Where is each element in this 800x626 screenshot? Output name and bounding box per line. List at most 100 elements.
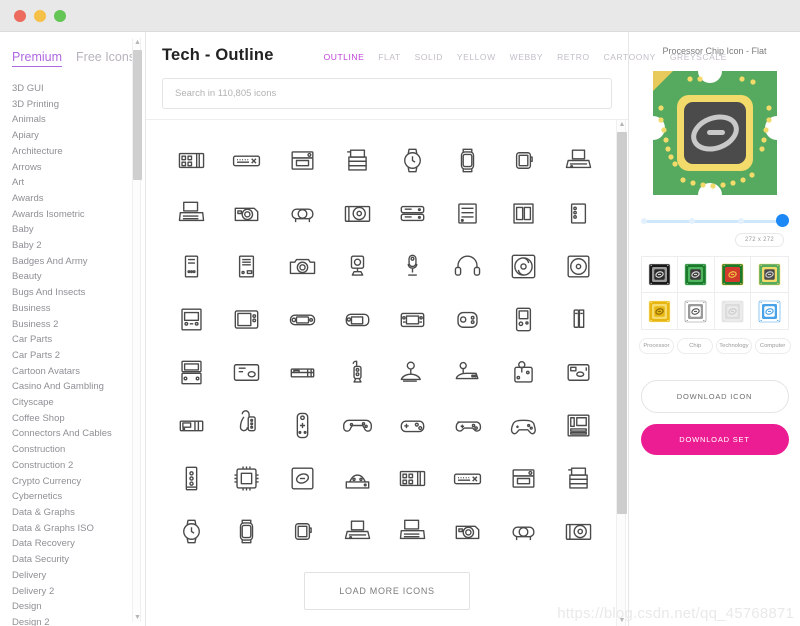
slider-track[interactable] — [640, 220, 789, 223]
tag-chip[interactable]: Chip — [677, 338, 713, 354]
sidebar-category-item[interactable]: Cybernetics — [12, 489, 145, 505]
processor-blue-thumb[interactable] — [751, 293, 788, 329]
sidebar-category-item[interactable]: Casino And Gambling — [12, 379, 145, 395]
cartridge-icon[interactable] — [551, 346, 606, 399]
style-tab-flat[interactable]: FLAT — [378, 52, 400, 62]
sidebar-category-item[interactable]: Cartoon Avatars — [12, 364, 145, 380]
sidebar-category-item[interactable]: Car Parts — [12, 332, 145, 348]
tag-computer[interactable]: Computer — [754, 338, 791, 354]
sidebar-category-item[interactable]: Art — [12, 175, 145, 191]
sidebar-category-item[interactable]: Baby 2 — [12, 238, 145, 254]
sidebar-category-item[interactable]: 3D Printing — [12, 97, 145, 113]
style-tab-yellow[interactable]: YELLOW — [457, 52, 496, 62]
game-boy-icon[interactable] — [496, 293, 551, 346]
icon-cell[interactable] — [219, 505, 274, 558]
sidebar-category-item[interactable]: Coffee Shop — [12, 411, 145, 427]
sidebar-category-item[interactable]: Construction 2 — [12, 458, 145, 474]
tag-technology[interactable]: Technology — [716, 338, 752, 354]
processor-flat-thumb[interactable] — [751, 257, 788, 293]
sidebar-category-item[interactable]: Awards — [12, 191, 145, 207]
sidebar-category-item[interactable]: Delivery — [12, 568, 145, 584]
joystick-icon[interactable] — [385, 346, 440, 399]
sidebar-category-item[interactable]: Cityscape — [12, 395, 145, 411]
sidebar-category-item[interactable]: Awards Isometric — [12, 207, 145, 223]
search-input[interactable] — [175, 88, 599, 99]
modern-controller-icon[interactable] — [496, 399, 551, 452]
sidebar-category-item[interactable]: Baby — [12, 222, 145, 238]
sidebar-category-item[interactable]: Car Parts 2 — [12, 348, 145, 364]
scroll-up-icon[interactable]: ▲ — [133, 38, 142, 47]
sidebar-category-item[interactable]: Arrows — [12, 160, 145, 176]
style-tab-solid[interactable]: SOLID — [415, 52, 443, 62]
joystick-base-icon[interactable] — [496, 346, 551, 399]
style-tab-cartoony[interactable]: CARTOONY — [604, 52, 656, 62]
console-base-icon[interactable] — [330, 452, 385, 505]
printer-stand-icon[interactable] — [330, 134, 385, 187]
icon-cell[interactable] — [385, 452, 440, 505]
sidebar-category-item[interactable]: Data Security — [12, 552, 145, 568]
console-slim-icon[interactable] — [275, 346, 330, 399]
tv-panel-icon[interactable] — [219, 346, 274, 399]
sidebar-category-item[interactable]: Data & Graphs ISO — [12, 521, 145, 537]
server-rack-icon[interactable] — [385, 187, 440, 240]
graphics-card-icon[interactable] — [164, 134, 219, 187]
gamepad-icon[interactable] — [330, 399, 385, 452]
ram-stick-icon[interactable] — [164, 452, 219, 505]
grid-scroll-thumb[interactable] — [617, 132, 627, 514]
sidebar-category-item[interactable]: Data & Graphs — [12, 505, 145, 521]
handheld-round-icon[interactable] — [440, 293, 495, 346]
icon-cell[interactable] — [330, 505, 385, 558]
icon-cell[interactable] — [164, 505, 219, 558]
classic-controller-icon[interactable] — [440, 399, 495, 452]
handheld-tablet-console-icon[interactable] — [385, 293, 440, 346]
style-tab-retro[interactable]: RETRO — [557, 52, 590, 62]
handheld-console-2-icon[interactable] — [330, 293, 385, 346]
sidebar-category-item[interactable]: 3D GUI — [12, 81, 145, 97]
icon-cell[interactable] — [275, 505, 330, 558]
remote-control-icon[interactable] — [275, 399, 330, 452]
slider-thumb[interactable] — [775, 214, 789, 227]
sidebar-tab-free-icons[interactable]: Free Icons — [76, 50, 135, 67]
camera-old-icon[interactable] — [219, 187, 274, 240]
battery-pack-icon[interactable] — [551, 293, 606, 346]
scroll-up-icon[interactable]: ▲ — [617, 120, 627, 130]
load-more-button[interactable]: LOAD MORE ICONS — [304, 572, 470, 610]
sidebar-category-item[interactable]: Connectors And Cables — [12, 426, 145, 442]
sidebar-category-item[interactable]: Badges And Army — [12, 254, 145, 270]
smartwatch-square-icon[interactable] — [496, 134, 551, 187]
typewriter-2-icon[interactable] — [164, 187, 219, 240]
icon-cell[interactable] — [496, 505, 551, 558]
desktop-case-icon[interactable] — [219, 240, 274, 293]
retro-controller-icon[interactable] — [385, 399, 440, 452]
motherboard-icon[interactable] — [551, 399, 606, 452]
scroll-down-icon[interactable]: ▼ — [133, 613, 142, 622]
sidebar-tab-premium[interactable]: Premium — [12, 50, 63, 67]
icon-cell[interactable] — [440, 505, 495, 558]
sidebar-category-item[interactable]: Design — [12, 599, 145, 615]
processor-outline-thumb[interactable] — [678, 293, 715, 329]
server-tower-icon[interactable] — [551, 187, 606, 240]
projector-icon[interactable] — [275, 187, 330, 240]
size-slider[interactable] — [640, 214, 789, 228]
processor-icon[interactable] — [275, 452, 330, 505]
sidebar-category-item[interactable]: Business — [12, 301, 145, 317]
server-blade-icon[interactable] — [496, 187, 551, 240]
sidebar-scroll-thumb[interactable] — [133, 50, 142, 180]
icon-cell[interactable] — [385, 505, 440, 558]
download-set-button[interactable]: DOWNLOAD SET — [640, 424, 789, 455]
download-icon-button[interactable]: DOWNLOAD ICON — [640, 380, 789, 413]
crt-tv-icon[interactable] — [219, 293, 274, 346]
sidebar-category-item[interactable]: Construction — [12, 442, 145, 458]
handheld-console-icon[interactable] — [275, 293, 330, 346]
headphones-icon[interactable] — [440, 240, 495, 293]
remote-cable-icon[interactable] — [219, 399, 274, 452]
gpu-fan-icon[interactable] — [330, 187, 385, 240]
processor-grey-thumb[interactable] — [715, 293, 751, 329]
sidebar-category-item[interactable]: Beauty — [12, 269, 145, 285]
sidebar-category-item[interactable]: Architecture — [12, 144, 145, 160]
close-button[interactable] — [14, 9, 26, 22]
microphone-icon[interactable] — [385, 240, 440, 293]
vcr-icon[interactable] — [164, 399, 219, 452]
sidebar-category-item[interactable]: Crypto Currency — [12, 474, 145, 490]
webcam-icon[interactable] — [330, 240, 385, 293]
